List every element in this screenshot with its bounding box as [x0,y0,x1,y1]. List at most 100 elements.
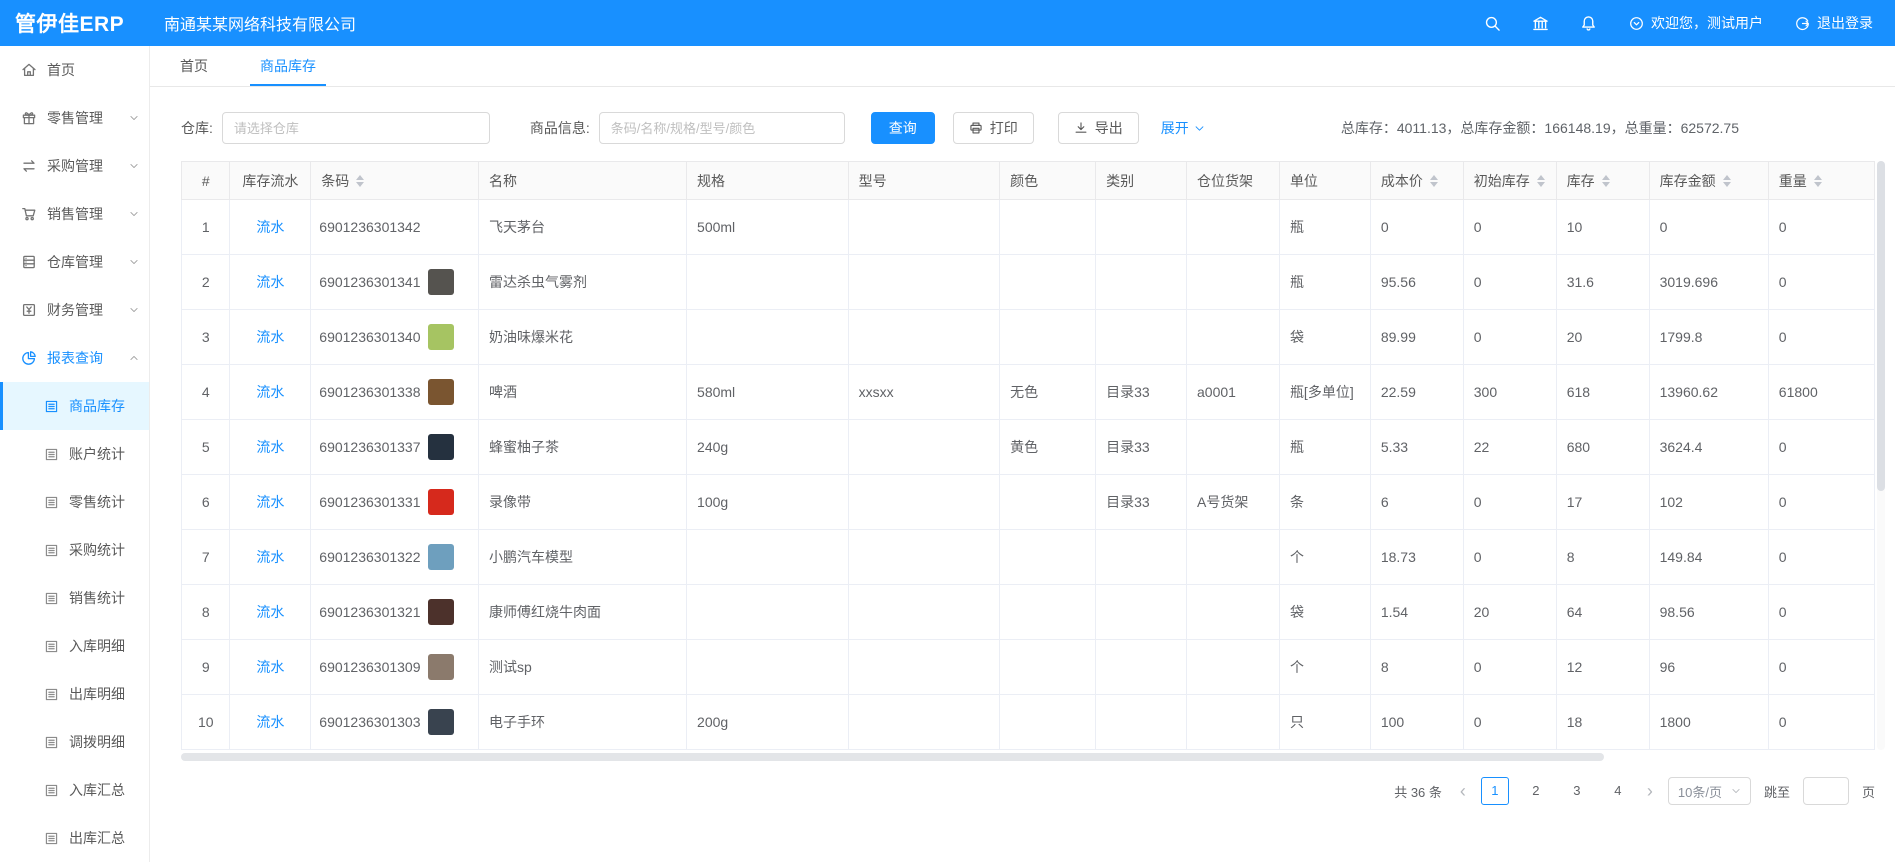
sort-carets-icon[interactable] [1814,175,1822,187]
cell-weight: 0 [1768,310,1874,365]
barcode-text: 6901236301342 [319,219,420,235]
sidebar-item-sales-stats[interactable]: 销售统计 [0,574,149,622]
sidebar-item-transfer-detail[interactable]: 调拨明细 [0,718,149,766]
expand-label: 展开 [1161,118,1189,138]
sort-carets-icon[interactable] [1537,175,1545,187]
flow-link[interactable]: 流水 [256,329,284,345]
page-button-2[interactable]: 2 [1522,777,1550,805]
flow-link[interactable]: 流水 [256,549,284,565]
product-thumbnail[interactable] [428,379,454,405]
cell-num: 10 [182,695,230,750]
product-thumbnail[interactable] [428,324,454,350]
sort-carets-icon[interactable] [1723,175,1731,187]
product-thumbnail[interactable] [428,269,454,295]
cell-name: 啤酒 [478,365,686,420]
column-header-init[interactable]: 初始库存 [1463,162,1556,200]
export-button[interactable]: 导出 [1058,112,1139,144]
logout-button[interactable]: 退出登录 [1795,13,1873,33]
table-row: 5流水6901236301337蜂蜜柚子茶240g黄色目录33瓶5.332268… [182,420,1875,475]
search-button[interactable]: 查询 [871,112,935,144]
cell-spec: 240g [687,420,849,475]
cell-shelf [1187,640,1280,695]
sort-carets-icon[interactable] [1602,175,1610,187]
sort-carets-icon[interactable] [1430,175,1438,187]
flow-link[interactable]: 流水 [256,714,284,730]
sidebar-item-sales[interactable]: 销售管理 [0,190,149,238]
cell-flow: 流水 [230,310,311,365]
page-size-select[interactable]: 10条/页 [1668,777,1751,805]
sidebar-item-purchase-stats[interactable]: 采购统计 [0,526,149,574]
horizontal-scrollbar[interactable] [181,753,1875,761]
download-icon [1074,121,1088,135]
column-label: 规格 [697,171,725,191]
column-header-weight[interactable]: 重量 [1768,162,1874,200]
cell-category [1096,310,1187,365]
product-thumbnail[interactable] [428,489,454,515]
sidebar-item-account-stats[interactable]: 账户统计 [0,430,149,478]
page-button-4[interactable]: 4 [1604,777,1632,805]
prev-page-button[interactable]: ‹ [1458,782,1468,800]
cell-name: 奶油味爆米花 [478,310,686,365]
tab-1[interactable]: 商品库存 [260,46,316,86]
cell-unit: 只 [1279,695,1370,750]
flow-link[interactable]: 流水 [256,494,284,510]
column-header-amount[interactable]: 库存金额 [1649,162,1768,200]
search-icon[interactable] [1483,14,1501,32]
expand-link[interactable]: 展开 [1161,118,1205,138]
product-thumbnail[interactable] [428,544,454,570]
sidebar-item-reports[interactable]: 报表查询 [0,334,149,382]
tab-0[interactable]: 首页 [180,46,208,86]
product-thumbnail[interactable] [428,434,454,460]
bell-icon[interactable] [1579,14,1597,32]
next-page-button[interactable]: › [1645,782,1655,800]
sidebar-item-outbound-summary[interactable]: 出库汇总 [0,814,149,862]
flow-link[interactable]: 流水 [256,659,284,675]
sort-carets-icon[interactable] [356,175,364,187]
barcode-text: 6901236301338 [319,384,420,400]
sidebar-item-purchase[interactable]: 采购管理 [0,142,149,190]
cell-barcode: 6901236301338 [311,365,479,420]
product-thumbnail[interactable] [428,599,454,625]
sidebar-item-inbound-detail[interactable]: 入库明细 [0,622,149,670]
sidebar-item-finance[interactable]: 财务管理 [0,286,149,334]
page-button-3[interactable]: 3 [1563,777,1591,805]
barcode-text: 6901236301331 [319,494,420,510]
flow-link[interactable]: 流水 [256,384,284,400]
flow-link[interactable]: 流水 [256,604,284,620]
sidebar-item-goods-stock[interactable]: 商品库存 [0,382,149,430]
cart-icon [21,206,37,222]
product-info-input[interactable] [599,112,845,144]
cell-unit: 瓶 [1279,255,1370,310]
flow-link[interactable]: 流水 [256,219,284,235]
vertical-scrollbar-thumb[interactable] [1877,161,1885,491]
cell-amount: 1800 [1649,695,1768,750]
jump-label: 跳至 [1764,782,1790,801]
product-thumbnail[interactable] [428,709,454,735]
bank-icon[interactable] [1531,14,1549,32]
horizontal-scrollbar-thumb[interactable] [181,753,1604,761]
sidebar-item-inbound-summary[interactable]: 入库汇总 [0,766,149,814]
cell-barcode: 6901236301309 [311,640,479,695]
sidebar-item-outbound-detail[interactable]: 出库明细 [0,670,149,718]
user-welcome[interactable]: 欢迎您，测试用户 [1629,13,1763,33]
jump-page-input[interactable] [1803,777,1849,805]
sidebar-item-label: 采购管理 [47,156,129,176]
column-header-barcode[interactable]: 条码 [311,162,479,200]
column-header-cost[interactable]: 成本价 [1370,162,1463,200]
sidebar-item-home[interactable]: 首页 [0,46,149,94]
print-button[interactable]: 打印 [953,112,1034,144]
page-button-1[interactable]: 1 [1481,777,1509,805]
warehouse-select[interactable] [222,112,490,144]
sidebar-item-retail[interactable]: 零售管理 [0,94,149,142]
vertical-scrollbar[interactable] [1877,161,1885,750]
barcode-text: 6901236301322 [319,549,420,565]
product-thumbnail[interactable] [428,654,454,680]
cell-cost: 89.99 [1370,310,1463,365]
cell-amount: 13960.62 [1649,365,1768,420]
sidebar-item-warehouse[interactable]: 仓库管理 [0,238,149,286]
flow-link[interactable]: 流水 [256,274,284,290]
cell-name: 飞天茅台 [478,200,686,255]
flow-link[interactable]: 流水 [256,439,284,455]
sidebar-item-retail-stats[interactable]: 零售统计 [0,478,149,526]
column-header-stock[interactable]: 库存 [1556,162,1649,200]
